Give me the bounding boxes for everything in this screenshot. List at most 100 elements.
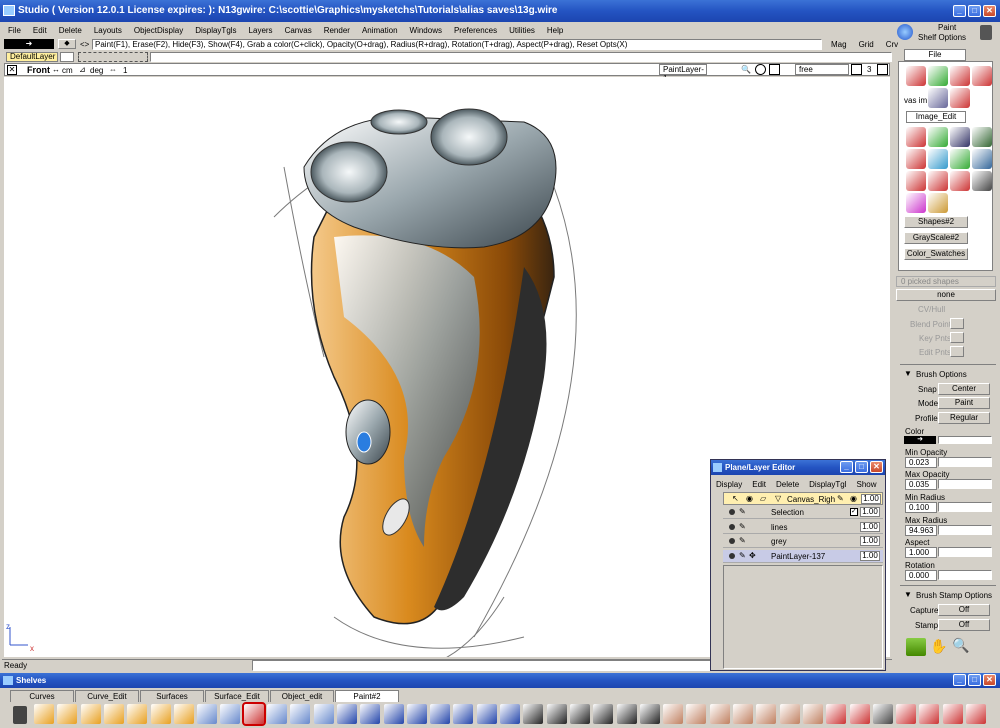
layer-canvas-row[interactable]: ↖ ◉ ▱ ▽ Canvas_Righ ✎ ◉ 1.00 [723, 492, 883, 505]
shelf-tool-icon[interactable] [919, 704, 940, 724]
palette-tool-icon[interactable] [972, 171, 992, 191]
layer-canvas-eye-icon[interactable]: ◉ [850, 494, 857, 503]
palette-tool-icon[interactable] [972, 149, 992, 169]
menu-preferences[interactable]: Preferences [448, 24, 503, 38]
layer-canvas-visibility-icon[interactable]: ◉ [746, 494, 753, 503]
shelf-tool-icon[interactable] [406, 704, 427, 724]
menu-grid[interactable]: Grid [853, 38, 880, 52]
aspect-slider[interactable] [938, 547, 992, 557]
palette-tool-icon[interactable] [928, 193, 948, 213]
shelf-tool-icon[interactable] [802, 704, 823, 724]
mode-button[interactable]: Paint [938, 397, 990, 409]
layer-lock-icon[interactable]: ✎ [739, 507, 746, 516]
zoom-tool-icon[interactable]: 🔍 [952, 637, 969, 654]
shelf-tool-icon[interactable] [849, 704, 870, 724]
shelf-tool-icon[interactable] [383, 704, 404, 724]
palette-color-swatches[interactable]: Color_Swatches [904, 248, 968, 260]
layer-selected-checkbox[interactable]: ✓ [850, 508, 858, 516]
layer-menu-display[interactable]: Display [711, 478, 747, 492]
layer-opacity[interactable]: 1.00 [860, 550, 880, 561]
shelf-tool-icon[interactable] [267, 704, 287, 724]
layer-canvas-plane-icon[interactable]: ▱ [760, 494, 766, 503]
shelf-tool-icon[interactable] [826, 704, 847, 724]
shelf-tool-icon[interactable] [360, 704, 381, 724]
layer-bar-slot[interactable] [60, 52, 74, 62]
shelf-tool-icon[interactable] [896, 704, 917, 724]
menu-delete[interactable]: Delete [53, 24, 88, 38]
palette-tool-icon[interactable] [906, 171, 926, 191]
palette-tool-icon[interactable] [928, 66, 948, 86]
profile-button[interactable]: Regular [938, 412, 990, 424]
minimize-button[interactable]: _ [953, 5, 966, 17]
max-opacity-slider[interactable] [938, 479, 992, 489]
edit-pnts-toggle[interactable] [950, 346, 964, 357]
capture-button[interactable]: Off [938, 604, 990, 616]
shelf-tool-icon[interactable] [127, 704, 148, 724]
layer-row[interactable]: ✎ grey 1.00 [723, 535, 883, 548]
shelf-tool-icon[interactable] [616, 704, 637, 724]
menu-file[interactable]: File [2, 24, 27, 38]
palette-tool-icon[interactable] [928, 127, 948, 147]
layer-bar-dashed[interactable] [78, 52, 148, 62]
layer-editor-close[interactable]: ✕ [870, 461, 883, 473]
palette-tool-icon[interactable] [906, 149, 926, 169]
palette-tool-icon[interactable] [950, 127, 970, 147]
zoom-icon[interactable]: 🔍 [741, 65, 751, 74]
shelves-close[interactable]: ✕ [983, 674, 996, 686]
shelf-tool-icon[interactable] [569, 704, 590, 724]
layer-visibility-icon[interactable] [729, 523, 735, 530]
blend-points-toggle[interactable] [950, 318, 964, 329]
shelf-tool-icon[interactable] [639, 704, 660, 724]
palette-tool-icon[interactable] [950, 66, 970, 86]
shelf-globe-icon[interactable] [897, 24, 913, 40]
shelf-tool-icon[interactable] [523, 704, 544, 724]
max-opacity-field[interactable]: 0.035 [905, 479, 937, 490]
palette-tool-icon[interactable] [928, 149, 948, 169]
default-layer-button[interactable]: DefaultLayer [6, 52, 58, 62]
layer-canvas-opacity[interactable]: 1.00 [861, 494, 881, 504]
shelf-tool-icon[interactable] [197, 704, 218, 724]
min-radius-field[interactable]: 0.100 [905, 502, 937, 513]
shelf-tool-icon[interactable] [872, 704, 893, 724]
layer-row[interactable]: ✎ lines 1.00 [723, 520, 883, 534]
shelf-tool-icon[interactable] [336, 704, 357, 724]
palette-file-tab[interactable]: File [904, 49, 966, 61]
layer-editor-maximize[interactable]: □ [855, 461, 868, 473]
layer-visibility-icon[interactable] [729, 509, 735, 515]
shelf-tool-icon[interactable] [593, 704, 614, 724]
shelf-tool-icon[interactable] [966, 704, 986, 724]
palette-tool-icon[interactable] [906, 193, 926, 213]
trash-icon[interactable] [980, 25, 992, 40]
palette-tool-icon[interactable] [950, 88, 970, 108]
max-radius-slider[interactable] [938, 525, 992, 535]
palette-tool-icon[interactable] [972, 127, 992, 147]
palette-tool-icon[interactable] [906, 66, 926, 86]
shelves-minimize[interactable]: _ [953, 674, 966, 686]
shelf-tool-icon[interactable] [290, 704, 311, 724]
shelf-tool-icon[interactable] [34, 704, 54, 724]
color-swatch[interactable]: ➜ [904, 436, 936, 444]
layer-opacity[interactable]: 1.00 [860, 536, 880, 546]
color-slider[interactable] [938, 436, 992, 444]
max-radius-field[interactable]: 94.963 [905, 525, 937, 536]
layer-canvas-brush-icon[interactable]: ✎ [837, 494, 844, 503]
layer-opacity[interactable]: 1.00 [860, 507, 880, 517]
palette-tool-icon[interactable] [950, 171, 970, 191]
shelf-tool-icon[interactable] [80, 704, 101, 724]
palette-image-edit-tab[interactable]: Image_Edit [906, 111, 966, 123]
maximize-button[interactable]: □ [968, 5, 981, 17]
picked-none[interactable]: none [896, 289, 996, 301]
shelf-tab-curve-edit[interactable]: Curve_Edit [75, 690, 139, 702]
layer-row[interactable]: ✎ ✓ Selection 1.00 [723, 506, 883, 519]
shelf-tab-curves[interactable]: Curves [10, 690, 74, 702]
shelf-tab-surface-edit[interactable]: Surface_Edit [205, 690, 269, 702]
shelf-tool-icon[interactable] [150, 704, 171, 724]
stamp-button[interactable]: Off [938, 619, 990, 631]
layer-canvas-pick-icon[interactable]: ↖ [732, 494, 739, 503]
key-pnts-toggle[interactable] [950, 332, 964, 343]
mode-box[interactable] [851, 64, 862, 75]
menu-layouts[interactable]: Layouts [88, 24, 128, 38]
brush-options-collapse-icon[interactable]: ▼ [904, 369, 912, 378]
viewport-max-icon[interactable] [877, 64, 888, 75]
shelf-tool-icon[interactable] [57, 704, 78, 724]
